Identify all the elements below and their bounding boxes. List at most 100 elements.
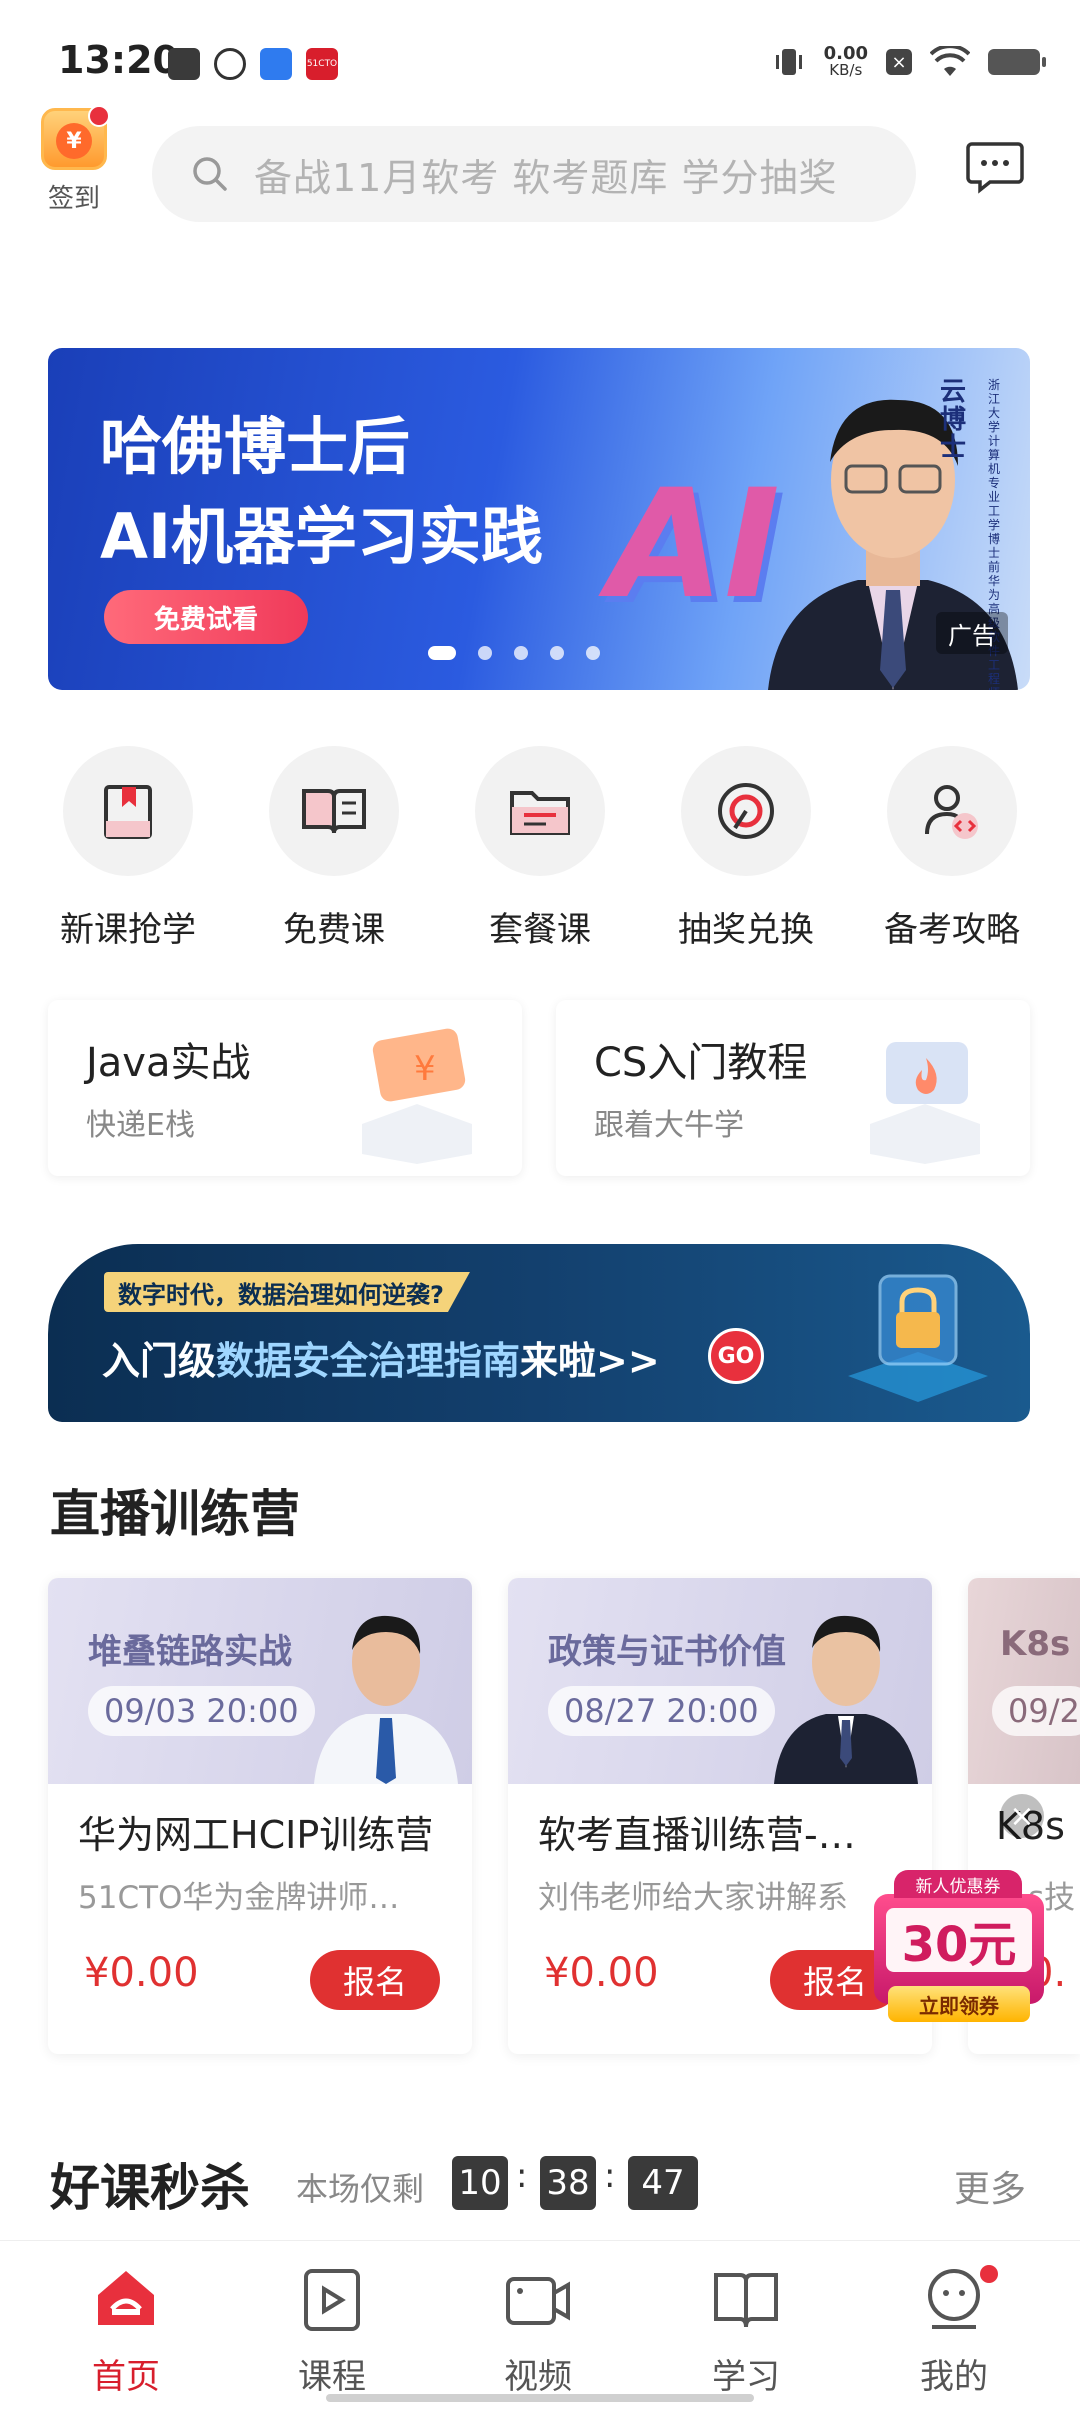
quick-nav-label: 抽奖兑换 [678,910,814,950]
live-card-subtitle: 刘伟老师给大家讲解系 [538,1880,848,1916]
message-icon[interactable] [966,140,1024,194]
coupon-close-button[interactable]: × [1000,1794,1044,1838]
tab-profile[interactable]: 我的 [854,2263,1054,2398]
home-indicator [326,2394,754,2402]
banner-title-line1: 哈佛博士后 [100,410,411,483]
live-card[interactable]: 堆叠链路实战 09/03 20:00 华为网工HCIP训练营 51CTO华为金牌… [48,1578,472,2054]
flash-sale-title: 好课秒杀 [50,2159,250,2217]
net-speed: 0.00 KB/s [823,43,868,79]
banner-dot [586,646,600,660]
status-right: 0.00 KB/s × [772,42,1046,82]
quick-nav-label: 套餐课 [489,910,591,950]
quick-nav-lottery[interactable]: 抽奖兑换 [648,746,844,951]
tab-label: 视频 [504,2357,572,2397]
blocked-sim-icon: × [886,49,912,75]
live-card-cover: 政策与证书价值 08/27 20:00 [508,1578,932,1784]
ad-badge: 广告 [936,612,1008,654]
security-tag: 数字时代，数据治理如何逆袭? [104,1272,470,1312]
notification-app-icon [168,48,200,80]
promo-card-subtitle: 快递E栈 [86,1108,195,1143]
countdown-hours: 10 [452,2156,508,2210]
flash-sale-remaining-label: 本场仅剩 [296,2170,425,2208]
countdown-colon: : [604,2156,616,2196]
live-card-datetime: 09/03 20:00 [88,1686,315,1736]
banner-dot [514,646,528,660]
live-card[interactable]: 政策与证书价值 08/27 20:00 软考直播训练营-… 刘伟老师给大家讲解系… [508,1578,932,2054]
banner-title-line2: AI机器学习实践 [100,500,544,573]
live-card-datetime: 08/27 20:00 [548,1686,775,1736]
quick-nav-exam-guide[interactable]: 备考攻略 [854,746,1050,951]
banner-free-trial-button[interactable]: 免费试看 [104,590,308,644]
open-book-icon [302,789,366,834]
banner-dot [550,646,564,660]
ticket-yen-icon: ¥ [362,1028,472,1164]
live-card-topic: 政策与证书价值 [548,1632,786,1672]
go-button[interactable]: GO [708,1328,764,1384]
lecturer-photo [774,1615,918,1784]
user-code-icon [925,785,978,839]
checkin-button[interactable]: ¥ 签到 [38,105,110,215]
new-user-coupon[interactable]: 新人优惠券 30元 立即领券 [874,1870,1044,2046]
coupon-tag: 新人优惠券 [894,1870,1022,1898]
checkin-calendar-icon: ¥ [41,105,110,170]
promo-card-java[interactable]: Java实战 快递E栈 ¥ [48,1000,522,1176]
live-card-title: 软考直播训练营-… [538,1813,856,1857]
live-card-price: ¥0.00 [544,1950,659,1996]
link-app-icon [214,48,246,80]
live-card-cover: 堆叠链路实战 09/03 20:00 [48,1578,472,1784]
search-icon [193,157,227,191]
tab-courses[interactable]: 课程 [232,2263,432,2398]
status-bar: 13:20 51CTO 0.00 KB/s × [0,0,1080,120]
promo-card-title: CS入门教程 [594,1040,808,1086]
promo-card-subtitle: 跟着大牛学 [594,1108,744,1143]
quick-nav-label: 备考攻略 [884,910,1020,950]
search-bar[interactable]: 备战11月软考 软考题库 学分抽奖 [152,126,916,222]
quick-nav-label: 新课抢学 [60,910,196,950]
live-card-topic: 堆叠链路实战 [88,1632,292,1672]
promo-card-cs[interactable]: CS入门教程 跟着大牛学 [556,1000,1030,1176]
folder-icon [510,791,570,835]
coupon-amount: 30元 [886,1908,1032,1973]
countdown-seconds: 47 [628,2156,698,2210]
flame-box-icon [870,1042,980,1164]
speaker-name: 云博士 [940,377,967,463]
quick-nav-new-course[interactable]: 新课抢学 [30,746,226,951]
wifi-icon [930,46,970,76]
play-course-icon [304,2269,360,2331]
claim-coupon-button[interactable]: 立即领券 [888,1986,1030,2022]
status-time: 13:20 [58,38,179,82]
live-section-title: 直播训练营 [50,1485,300,1543]
countdown-minutes: 38 [540,2156,596,2210]
enroll-button[interactable]: 报名 [310,1950,440,2010]
spin-wheel-icon [718,783,774,839]
banner-dot [478,646,492,660]
svg-text:¥: ¥ [414,1049,436,1089]
promo-card-title: Java实战 [86,1040,251,1086]
tab-label: 首页 [92,2357,160,2397]
flash-sale-more-link[interactable]: 更多 [954,2160,1026,2212]
tab-study[interactable]: 学习 [646,2263,846,2398]
security-guide-banner[interactable]: 数字时代，数据治理如何逆袭? 入门级数据安全治理指南来啦>> GO [48,1244,1030,1422]
security-headline: 入门级数据安全治理指南来啦>> [102,1339,660,1383]
live-card-cover: K8s 09/2 [968,1578,1080,1784]
vibrate-icon [775,49,802,75]
bottom-tab-bar: 首页 课程 视频 学习 我的 [0,2240,1080,2409]
bookmark-book-icon [104,785,152,839]
quick-nav-label: 免费课 [283,910,385,950]
quick-nav-package-course[interactable]: 套餐课 [442,746,638,951]
live-card-title: 华为网工HCIP训练营 [78,1813,434,1857]
profile-red-dot [980,2265,998,2283]
tab-home[interactable]: 首页 [26,2263,226,2398]
countdown-colon: : [516,2156,528,2196]
tab-label: 学习 [712,2357,780,2397]
live-card-topic: K8s [1000,1624,1071,1664]
tab-video[interactable]: 视频 [438,2263,638,2398]
live-card-price: ¥0.00 [84,1950,199,1996]
live-card-datetime: 09/2 [992,1686,1080,1736]
hero-banner[interactable]: 哈佛博士后 AI机器学习实践 免费试看 AI 云博士 浙江大学计算机专业工学博士… [48,348,1030,690]
lock-chip-icon [848,1274,988,1402]
video-camera-icon [506,2277,570,2325]
banner-dot [428,646,456,660]
banner-pagination [428,646,600,660]
quick-nav-free-course[interactable]: 免费课 [236,746,432,951]
